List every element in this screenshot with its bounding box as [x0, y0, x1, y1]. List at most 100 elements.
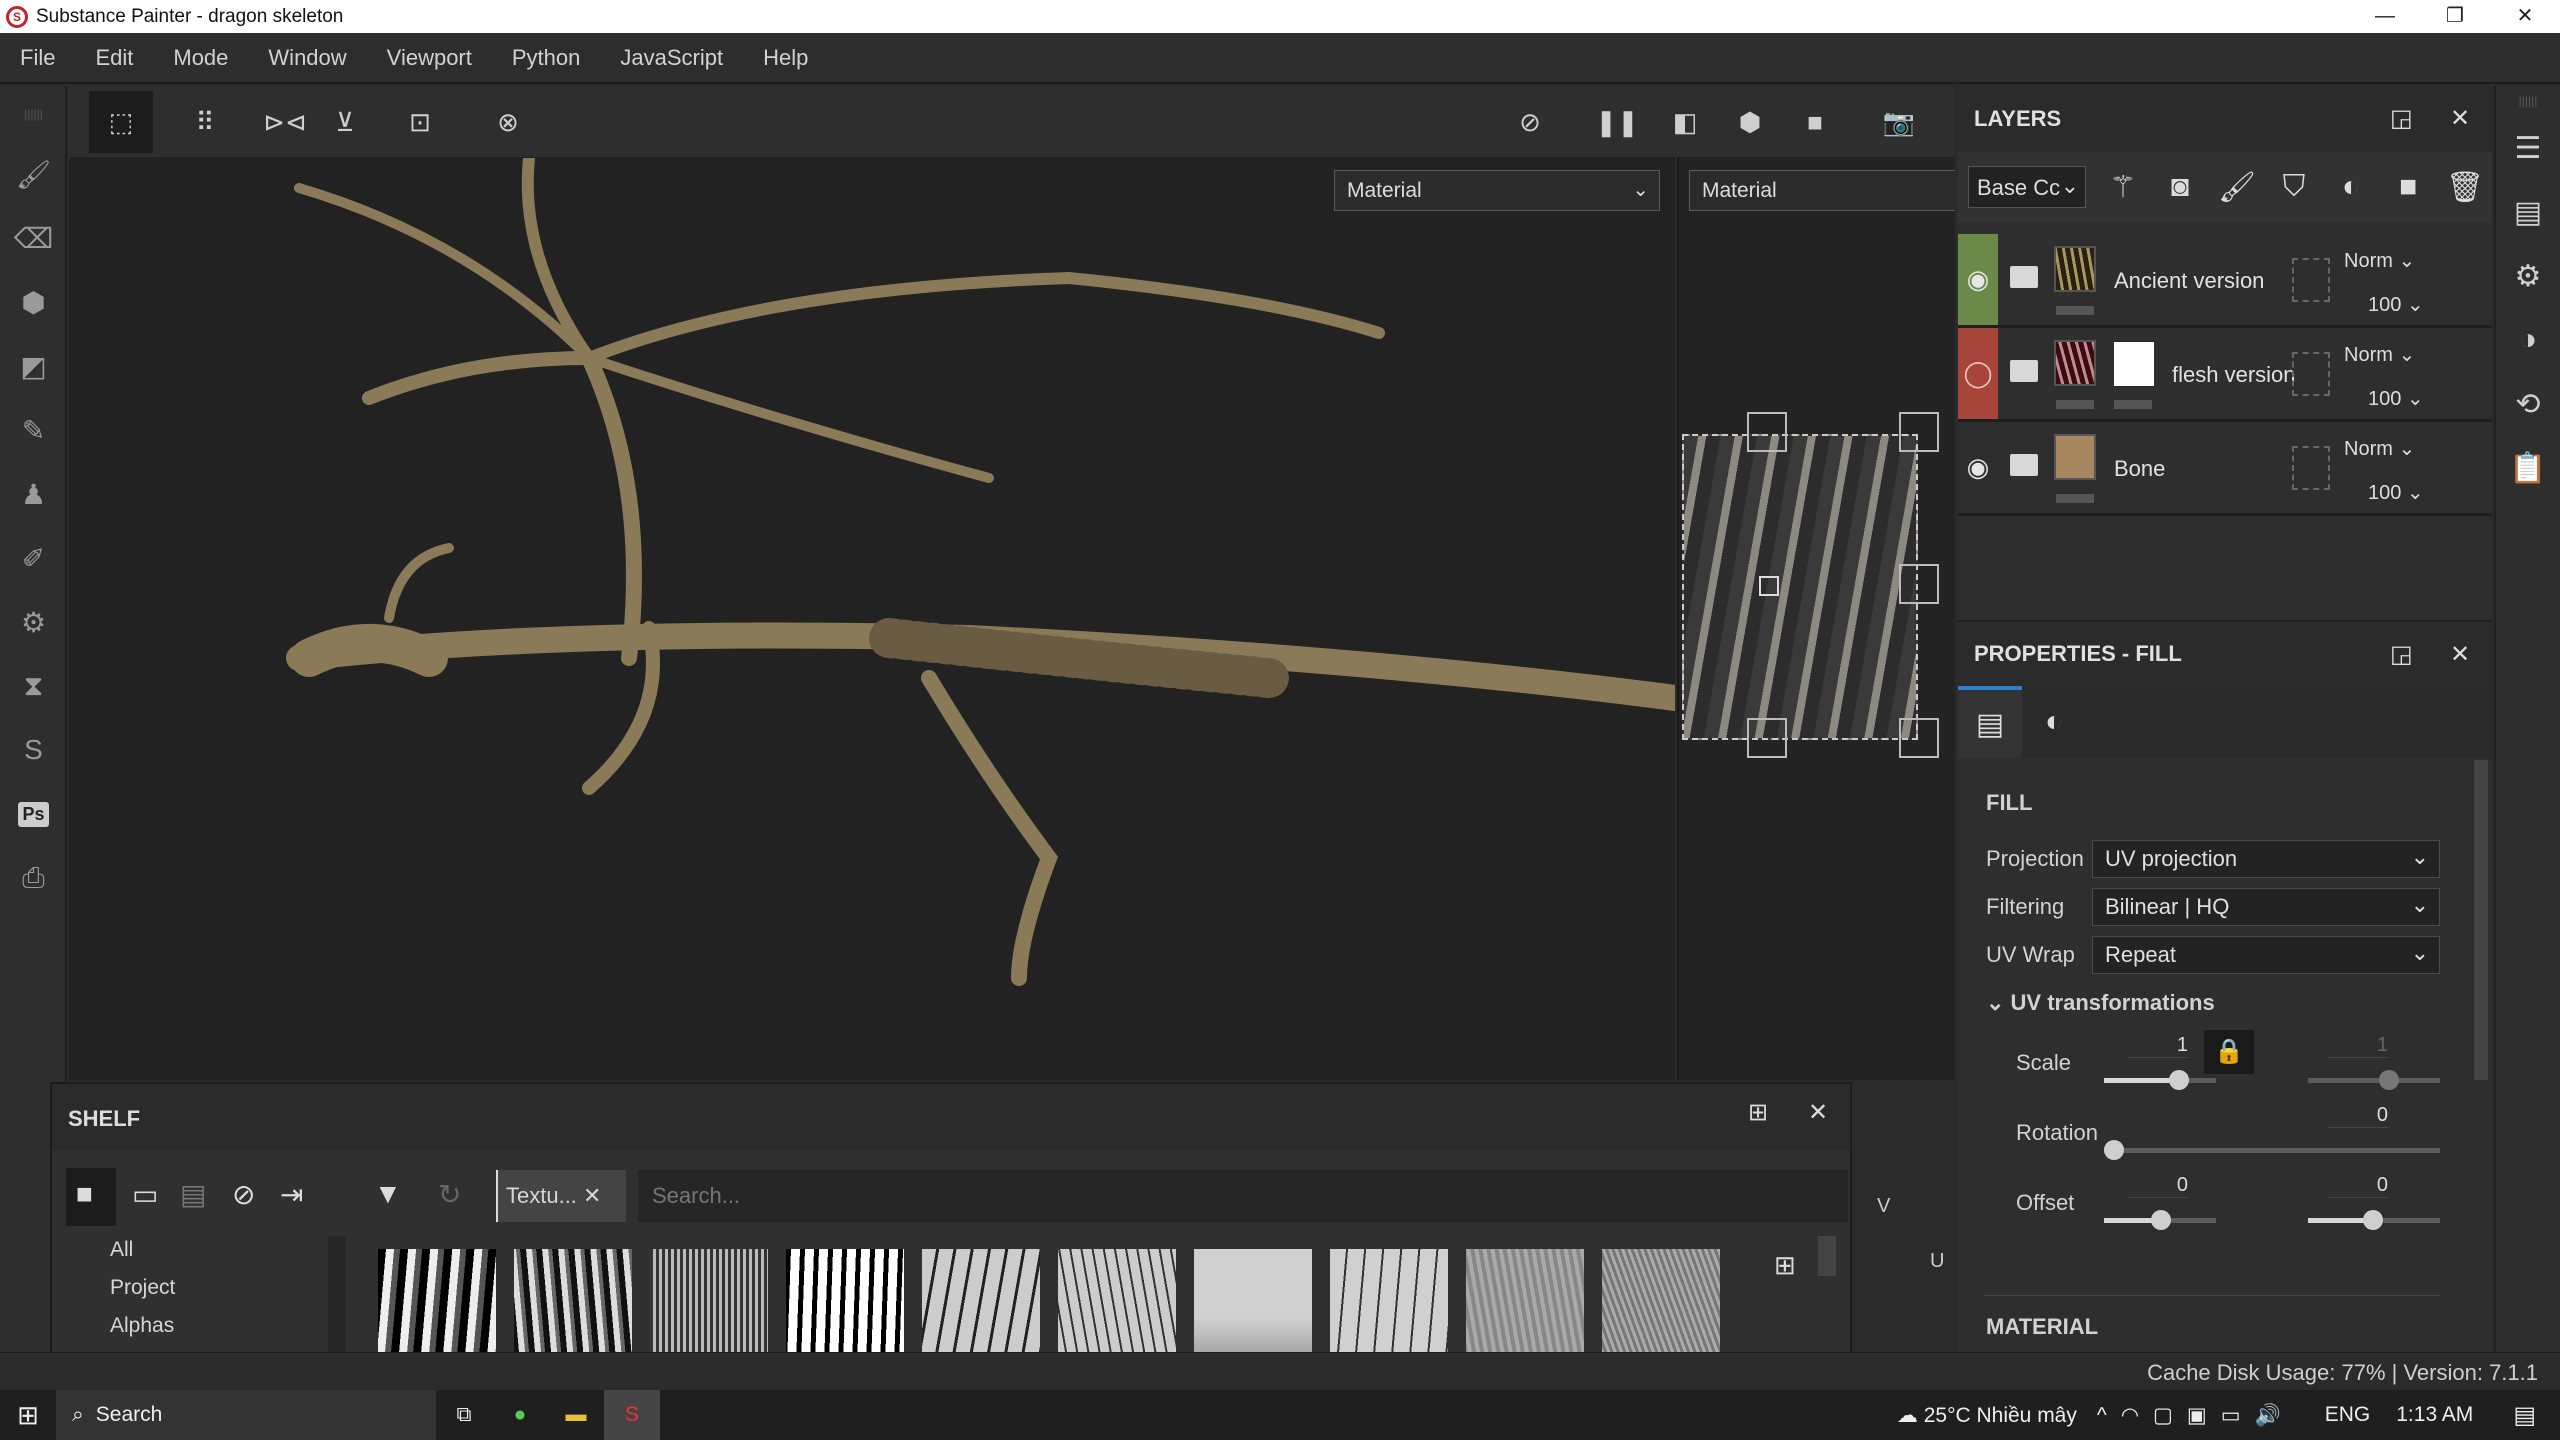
grid-view-icon[interactable]: ⊞: [1774, 1250, 1796, 1281]
blend-mode-dropdown[interactable]: Norm ⌄: [2344, 342, 2415, 367]
camera-icon[interactable]: ■: [1789, 96, 1841, 148]
display-mode-icon[interactable]: ⬢: [1724, 96, 1776, 148]
shader-settings-icon[interactable]: ◑: [2496, 308, 2560, 372]
chrome-app-icon[interactable]: ●: [492, 1403, 548, 1427]
texture-thumbnail[interactable]: [1058, 1249, 1176, 1364]
texture-thumbnail[interactable]: [378, 1249, 496, 1364]
save-icon[interactable]: ▤: [180, 1178, 206, 1211]
category-scrollbar[interactable]: [328, 1236, 346, 1360]
mask-slot[interactable]: [2292, 258, 2330, 302]
history-icon[interactable]: ⟲: [2496, 372, 2560, 436]
system-tray-icons[interactable]: ^◠▢▣▭🔊: [2097, 1403, 2295, 1428]
blend-mode-dropdown[interactable]: Norm ⌄: [2344, 248, 2415, 273]
pause-icon[interactable]: ❚❚: [1591, 96, 1643, 148]
polygon-fill-tool-icon[interactable]: ◩: [0, 334, 67, 398]
smudge-tool-icon[interactable]: ✎: [0, 398, 67, 462]
clone-stamp-tool-icon[interactable]: ♟: [0, 462, 67, 526]
category-all[interactable]: All: [110, 1238, 133, 1262]
add-effect-icon[interactable]: ⚚: [2103, 167, 2143, 207]
scrollbar[interactable]: [2474, 760, 2488, 1080]
texture-thumbnail[interactable]: [1330, 1249, 1448, 1364]
layer-row-flesh-version[interactable]: ◯ flesh version Norm ⌄ 100 ⌄: [1958, 328, 2492, 422]
layer-row-ancient-version[interactable]: ◉ Ancient version Norm ⌄ 100 ⌄: [1958, 234, 2492, 328]
hide-icon[interactable]: ⊘: [1504, 96, 1556, 148]
transform-handle[interactable]: [1899, 564, 1939, 604]
substance-icon[interactable]: S: [0, 718, 67, 782]
mask-slot[interactable]: [2292, 352, 2330, 396]
category-alphas[interactable]: Alphas: [110, 1314, 174, 1338]
category-project[interactable]: Project: [110, 1276, 175, 1300]
uv-viewport[interactable]: Material: [1677, 158, 1955, 1080]
menu-file[interactable]: File: [20, 45, 55, 71]
add-paint-layer-icon[interactable]: 🖌: [2217, 167, 2257, 207]
offset-u-slider[interactable]: [2104, 1210, 2216, 1230]
maximize-button[interactable]: ❐: [2420, 0, 2490, 33]
clock[interactable]: 1:13 AM: [2396, 1403, 2473, 1427]
texture-thumbnail[interactable]: [1466, 1249, 1584, 1364]
uv-texture-preview[interactable]: [1682, 434, 1918, 740]
task-view-icon[interactable]: ⧉: [436, 1403, 492, 1427]
log-icon[interactable]: 📋: [2496, 436, 2560, 500]
menu-viewport[interactable]: Viewport: [387, 45, 472, 71]
folder-icon[interactable]: ■: [76, 1178, 93, 1210]
offset-v-value[interactable]: 0: [2328, 1174, 2388, 1198]
float-panel-icon[interactable]: ◲: [2390, 640, 2413, 669]
add-folder-icon[interactable]: ■: [2388, 167, 2428, 207]
remove-filter-icon[interactable]: ✕: [583, 1183, 601, 1208]
shelf-scrollbar[interactable]: [1818, 1236, 1836, 1276]
transform-handle[interactable]: [1899, 412, 1939, 452]
mask-slot[interactable]: [2292, 446, 2330, 490]
pivot-handle[interactable]: [1759, 576, 1779, 596]
layer-mask-thumbnail[interactable]: [2114, 342, 2154, 386]
3d-viewport[interactable]: Material ⌄: [69, 152, 1688, 1080]
texture-thumbnail[interactable]: [1194, 1249, 1312, 1364]
uv-wrap-dropdown[interactable]: Repeat ⌄: [2092, 936, 2440, 974]
selection-mode-icon[interactable]: ⬚: [89, 91, 153, 153]
bake-icon[interactable]: ⧗: [0, 654, 67, 718]
color-picker-tool-icon[interactable]: ✐: [0, 526, 67, 590]
menu-edit[interactable]: Edit: [95, 45, 133, 71]
tab-fill-properties[interactable]: ▤: [1958, 686, 2022, 758]
float-panel-icon[interactable]: ⊞: [1748, 1098, 1768, 1127]
symmetry-x-icon[interactable]: ⊳⊲: [259, 96, 311, 148]
float-panel-icon[interactable]: ◲: [2390, 104, 2413, 133]
texture-thumbnail[interactable]: [922, 1249, 1040, 1364]
menu-help[interactable]: Help: [763, 45, 808, 71]
close-panel-icon[interactable]: ✕: [1808, 1098, 1828, 1127]
filtering-dropdown[interactable]: Bilinear | HQ ⌄: [2092, 888, 2440, 926]
export-icon[interactable]: ⎙: [0, 846, 67, 910]
windows-start-icon[interactable]: ⊞: [0, 1400, 56, 1431]
eraser-tool-icon[interactable]: ⌫: [0, 206, 67, 270]
menu-mode[interactable]: Mode: [173, 45, 228, 71]
opacity-dropdown[interactable]: 100 ⌄: [2368, 386, 2424, 411]
opacity-dropdown[interactable]: 100 ⌄: [2368, 480, 2424, 505]
refresh-icon[interactable]: ↻: [438, 1178, 461, 1211]
texture-thumbnail[interactable]: [1602, 1249, 1720, 1364]
texture-thumbnail[interactable]: [514, 1249, 632, 1364]
material-dropdown-left[interactable]: Material ⌄: [1334, 170, 1660, 211]
paint-brush-tool-icon[interactable]: 🖌: [0, 142, 67, 206]
close-panel-icon[interactable]: ✕: [2450, 104, 2470, 133]
add-smart-mask-icon[interactable]: ◐: [2331, 167, 2371, 207]
drag-handle[interactable]: ||||||: [0, 86, 67, 142]
uv-transformations-toggle[interactable]: ⌄ UV transformations: [1986, 990, 2215, 1016]
hide-icon[interactable]: ⊘: [232, 1178, 255, 1211]
layers-dock-icon[interactable]: ☰: [2496, 116, 2560, 180]
filter-tag[interactable]: Textu... ✕: [496, 1170, 626, 1222]
offset-v-slider[interactable]: [2308, 1210, 2440, 1230]
blend-mode-dropdown[interactable]: Norm ⌄: [2344, 436, 2415, 461]
visibility-eye-icon[interactable]: ◉: [1958, 422, 1998, 513]
center-view-icon[interactable]: ⊡: [394, 96, 446, 148]
projection-dropdown[interactable]: UV projection ⌄: [2092, 840, 2440, 878]
opacity-dropdown[interactable]: 100 ⌄: [2368, 292, 2424, 317]
texture-set-settings-icon[interactable]: ▤: [2496, 180, 2560, 244]
notification-icon[interactable]: ▤: [2513, 1401, 2536, 1430]
close-panel-icon[interactable]: ✕: [2450, 640, 2470, 669]
transform-handle[interactable]: [1747, 718, 1787, 758]
grid-display-icon[interactable]: ⠿: [179, 96, 231, 148]
rotation-value[interactable]: 0: [2328, 1104, 2388, 1128]
scale-u-value[interactable]: 1: [2128, 1034, 2188, 1058]
filter-icon[interactable]: ▼: [374, 1178, 402, 1210]
drag-handle[interactable]: ||||||: [2496, 86, 2560, 116]
rotation-slider[interactable]: [2104, 1140, 2440, 1160]
